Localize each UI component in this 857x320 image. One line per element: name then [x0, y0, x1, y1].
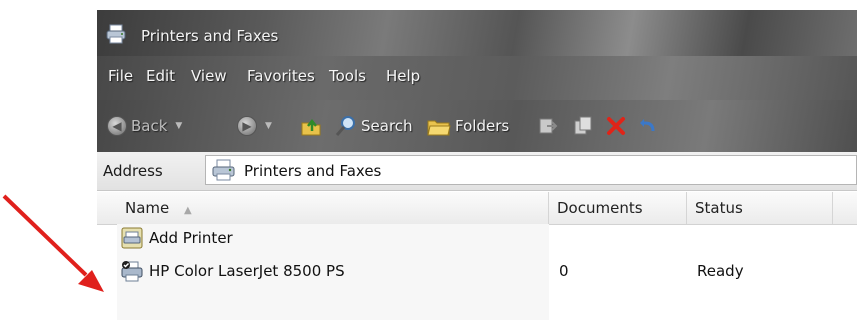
sort-ascending-icon: ▲ — [184, 205, 192, 216]
column-header-status-label: Status — [695, 199, 743, 217]
address-bar: Address Printers and Faxes — [97, 152, 857, 191]
printer-icon — [212, 159, 235, 181]
back-label: Back — [131, 117, 168, 135]
address-value: Printers and Faxes — [244, 162, 382, 180]
row-name: Add Printer — [149, 229, 233, 247]
up-folder-button[interactable] — [300, 114, 322, 138]
column-header-documents[interactable]: Documents — [549, 192, 687, 224]
up-folder-icon — [301, 118, 321, 136]
copy-to-icon — [574, 116, 592, 135]
column-header-status[interactable]: Status — [687, 192, 833, 224]
dropdown-arrow-icon: ▼ — [175, 121, 183, 131]
forward-arrow-icon: ▶ — [237, 116, 257, 136]
add-printer-icon — [121, 227, 143, 249]
forward-button[interactable]: ▶ ▼ — [237, 114, 272, 138]
menu-favorites[interactable]: Favorites — [247, 67, 315, 85]
menu-tools[interactable]: Tools — [329, 67, 366, 85]
address-label: Address — [103, 162, 163, 180]
folders-icon — [427, 120, 451, 136]
column-header-name[interactable]: Name ▲ — [117, 192, 549, 224]
undo-icon — [640, 119, 655, 132]
folders-label: Folders — [455, 117, 510, 135]
search-icon — [335, 116, 355, 136]
printer-list: Add Printer HP Color LaserJet 8500 PS 0 … — [97, 224, 857, 320]
menu-bar: File Edit View Favorites Tools Help — [97, 56, 857, 100]
column-headers: Name ▲ Documents Status — [97, 192, 857, 225]
dropdown-arrow-icon: ▼ — [265, 121, 272, 131]
row-name: HP Color LaserJet 8500 PS — [149, 262, 345, 280]
search-button[interactable]: Search — [335, 114, 413, 138]
move-to-button[interactable] — [537, 114, 559, 138]
column-header-next[interactable] — [833, 192, 857, 224]
delete-button[interactable] — [605, 114, 627, 138]
search-label: Search — [361, 117, 413, 135]
back-button[interactable]: ◀ Back ▼ — [107, 114, 182, 138]
menu-help[interactable]: Help — [386, 67, 420, 85]
column-header-name-label: Name — [125, 199, 170, 217]
printer-icon — [121, 261, 143, 282]
row-status: Ready — [697, 262, 744, 280]
row-documents: 0 — [559, 262, 569, 280]
printer-icon — [106, 24, 126, 44]
column-header-documents-label: Documents — [557, 199, 643, 217]
move-to-icon — [539, 118, 558, 134]
title-bar[interactable]: Printers and Faxes — [97, 10, 857, 56]
menu-view[interactable]: View — [191, 67, 227, 85]
menu-edit[interactable]: Edit — [146, 67, 175, 85]
explorer-window: Printers and Faxes File Edit View Favori… — [97, 10, 857, 320]
undo-button[interactable] — [637, 114, 659, 138]
folders-button[interactable]: Folders — [427, 114, 509, 138]
window-title: Printers and Faxes — [141, 27, 279, 45]
annotation-arrow-shaft — [2, 194, 88, 277]
delete-icon — [607, 117, 625, 135]
copy-to-button[interactable] — [572, 114, 594, 138]
back-arrow-icon: ◀ — [107, 116, 127, 136]
address-field[interactable]: Printers and Faxes — [205, 155, 857, 185]
menu-file[interactable]: File — [108, 67, 133, 85]
toolbar: ◀ Back ▼ ▶ ▼ Search Folders — [97, 100, 857, 152]
list-item-add-printer[interactable]: Add Printer — [97, 224, 857, 254]
list-item-hp-printer[interactable]: HP Color LaserJet 8500 PS 0 Ready — [97, 257, 857, 287]
